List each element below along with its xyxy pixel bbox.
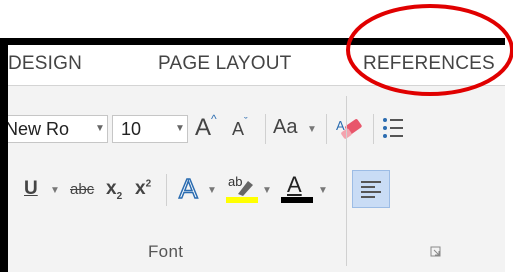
- group-divider: [346, 96, 347, 266]
- font-name-box[interactable]: New Ro ▼: [8, 115, 108, 143]
- word-ribbon: DESIGN PAGE LAYOUT REFERENCES New Ro ▼ 1…: [8, 45, 505, 272]
- separator-2: [326, 114, 327, 144]
- ribbon-tab-bar: DESIGN PAGE LAYOUT REFERENCES: [8, 45, 505, 86]
- font-name-dropdown-icon[interactable]: ▼: [95, 116, 105, 142]
- font-color-bar: [281, 197, 313, 203]
- align-left-icon: [361, 181, 381, 198]
- svg-text:A: A: [336, 118, 345, 133]
- text-effects-button[interactable]: A: [178, 172, 198, 205]
- highlight-dropdown-icon[interactable]: ▼: [262, 185, 272, 196]
- bullets-icon[interactable]: [382, 116, 404, 140]
- subscript-button[interactable]: x2: [106, 178, 122, 202]
- dialog-launcher-icon[interactable]: [430, 246, 442, 258]
- font-color-dropdown-icon[interactable]: ▼: [318, 185, 328, 196]
- underline-button[interactable]: U: [24, 178, 38, 200]
- shrink-font-icon[interactable]: Aˇ: [232, 116, 248, 140]
- font-size-box[interactable]: 10 ▼: [112, 115, 188, 143]
- separator-1: [265, 114, 266, 144]
- separator-3: [373, 114, 374, 144]
- font-group-label: Font: [148, 242, 184, 261]
- separator-4: [166, 174, 167, 206]
- font-size-value: 10: [121, 119, 142, 139]
- font-name-value: New Ro: [8, 119, 70, 139]
- superscript-button[interactable]: x2: [135, 178, 151, 200]
- tab-references[interactable]: REFERENCES: [363, 53, 495, 75]
- font-color-label: A: [287, 172, 302, 197]
- font-size-dropdown-icon[interactable]: ▼: [175, 116, 185, 142]
- change-case-button[interactable]: Aa: [273, 116, 297, 139]
- underline-dropdown-icon[interactable]: ▼: [50, 185, 60, 196]
- highlighter-pen-icon: [238, 181, 253, 196]
- tab-page-layout[interactable]: PAGE LAYOUT: [158, 53, 291, 75]
- font-group: New Ro ▼ 10 ▼ A^ Aˇ Aa ▼ A U ▼ abc x2 x2…: [8, 86, 505, 272]
- strikethrough-button[interactable]: abc: [70, 181, 94, 198]
- change-case-dropdown-icon[interactable]: ▼: [307, 124, 317, 135]
- align-left-button[interactable]: [352, 170, 390, 208]
- text-highlight-button[interactable]: ab: [226, 172, 260, 206]
- tab-design[interactable]: DESIGN: [8, 53, 82, 75]
- clear-formatting-icon[interactable]: A: [336, 116, 364, 142]
- font-color-button[interactable]: A: [281, 172, 315, 206]
- highlight-color-bar: [226, 197, 258, 203]
- grow-font-icon[interactable]: A^: [195, 112, 217, 142]
- text-effects-dropdown-icon[interactable]: ▼: [207, 185, 217, 196]
